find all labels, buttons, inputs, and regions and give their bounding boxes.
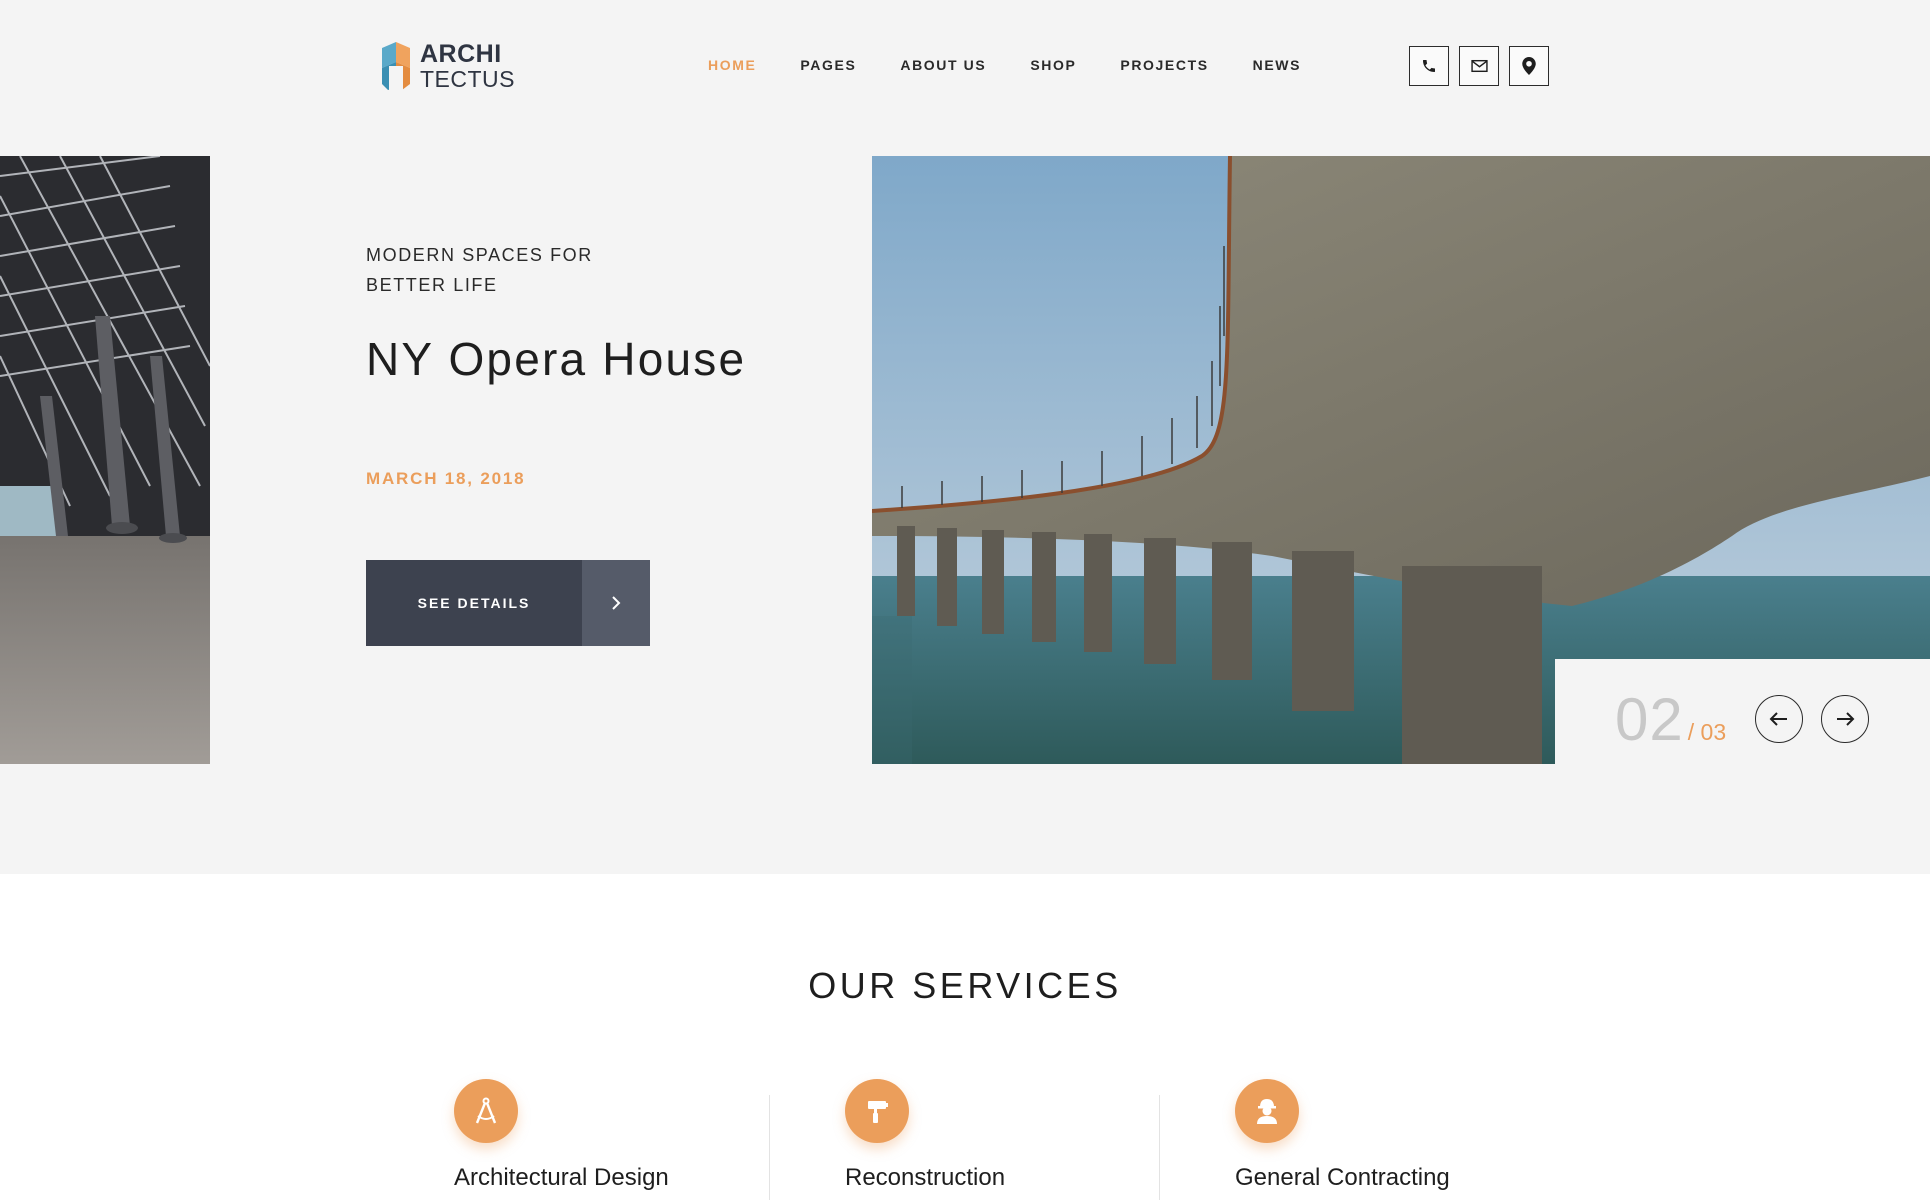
see-details-label: SEE DETAILS — [366, 560, 582, 646]
service-divider — [1159, 1095, 1160, 1200]
nav-about-us[interactable]: ABOUT US — [900, 57, 986, 73]
contact-icons — [1409, 46, 1549, 86]
slide-counter: 02 / 03 — [1615, 685, 1726, 754]
service-name: General Contracting — [1235, 1164, 1450, 1191]
chevron-right-icon — [582, 560, 650, 646]
service-divider — [769, 1095, 770, 1200]
nav-projects[interactable]: PROJECTS — [1120, 57, 1208, 73]
slide-total-number: / 03 — [1687, 719, 1727, 745]
slide-counter-panel: 02 / 03 — [1555, 659, 1930, 764]
nav-shop[interactable]: SHOP — [1030, 57, 1076, 73]
logo-text-line2: TECTUS — [420, 65, 515, 92]
arrow-right-icon — [1837, 712, 1855, 726]
compass-icon — [454, 1079, 518, 1143]
see-details-button[interactable]: SEE DETAILS — [366, 560, 650, 646]
location-pin-icon — [1522, 57, 1536, 75]
phone-icon — [1423, 60, 1435, 72]
nav-home[interactable]: HOME — [708, 57, 756, 73]
service-name: Reconstruction — [845, 1164, 1006, 1191]
logo-mark-icon — [378, 40, 414, 92]
previous-slide-image — [0, 156, 210, 764]
service-reconstruction[interactable]: Reconstruction — [845, 1079, 1005, 1191]
nav-news[interactable]: NEWS — [1253, 57, 1301, 73]
prev-slide-button[interactable] — [1755, 695, 1803, 743]
worker-icon — [1235, 1079, 1299, 1143]
slide-current-number: 02 — [1615, 686, 1684, 753]
slide-date: MARCH 18, 2018 — [366, 469, 526, 488]
phone-button[interactable] — [1409, 46, 1449, 86]
slide-title: NY Opera House — [366, 333, 747, 385]
logo-text-line1: ARCHI — [420, 39, 502, 68]
services-title: OUR SERVICES — [808, 965, 1122, 1006]
arrow-left-icon — [1769, 712, 1787, 726]
service-general-contracting[interactable]: General Contracting — [1235, 1079, 1450, 1191]
service-name: Architectural Design — [454, 1164, 669, 1191]
mail-icon — [1470, 59, 1488, 73]
main-nav: HOME PAGES ABOUT US SHOP PROJECTS NEWS — [708, 57, 1345, 73]
logo[interactable]: ARCHI TECTUS — [378, 40, 515, 92]
location-button[interactable] — [1509, 46, 1549, 86]
mail-button[interactable] — [1459, 46, 1499, 86]
service-architectural-design[interactable]: Architectural Design — [454, 1079, 669, 1191]
nav-pages[interactable]: PAGES — [800, 57, 856, 73]
next-slide-button[interactable] — [1821, 695, 1869, 743]
slide-eyebrow: MODERN SPACES FOR BETTER LIFE — [366, 245, 593, 295]
paint-roller-icon — [845, 1079, 909, 1143]
